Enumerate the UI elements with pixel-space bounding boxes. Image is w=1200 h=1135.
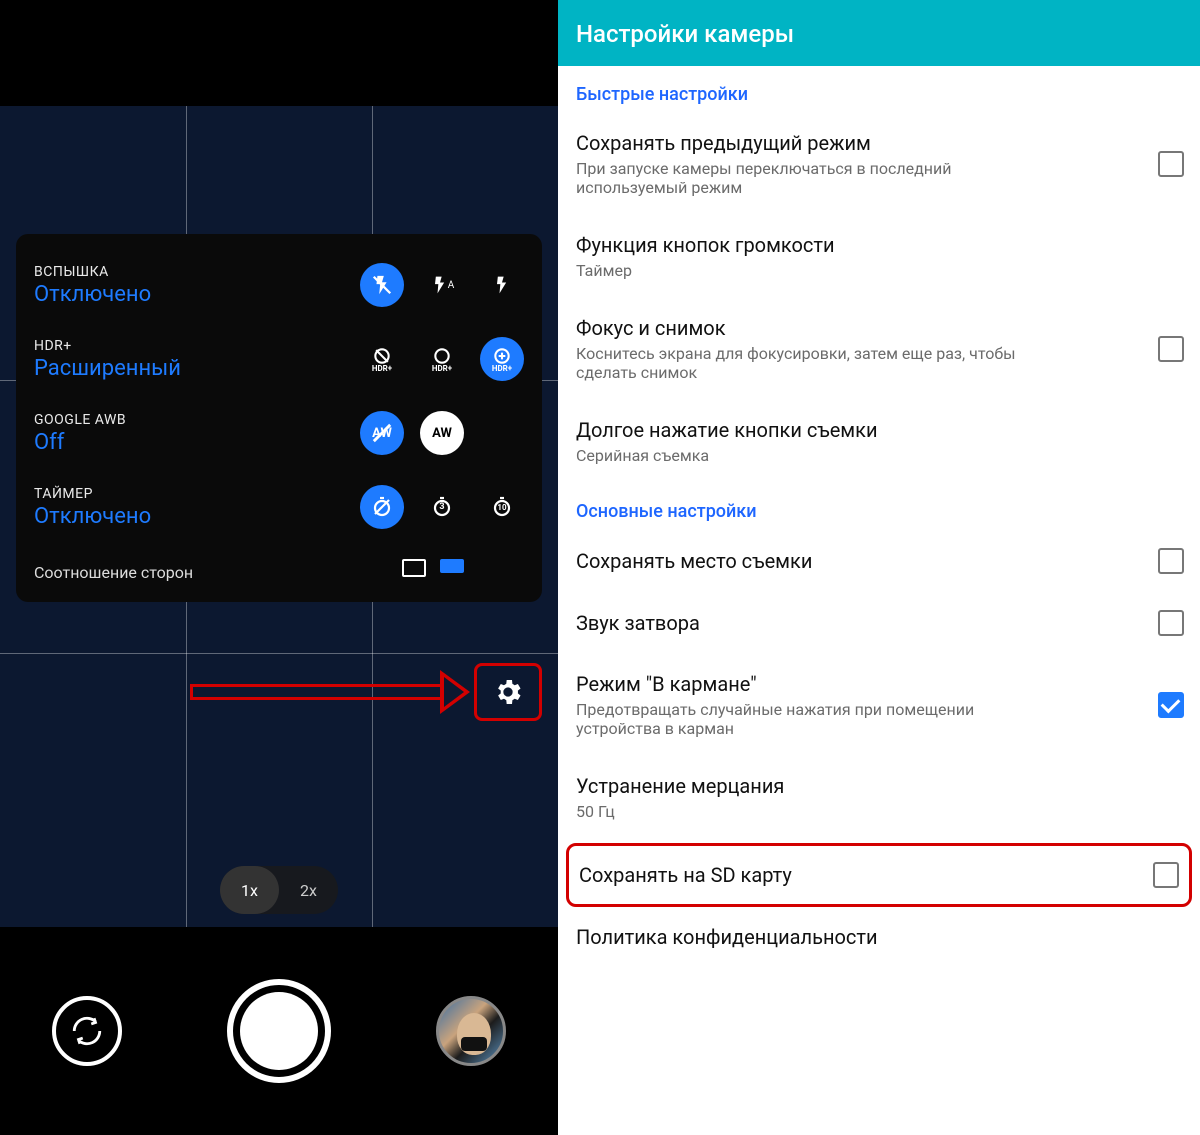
shutter-icon (240, 992, 318, 1070)
section-main-header: Основные настройки (558, 483, 1200, 530)
switch-camera-button[interactable] (52, 996, 122, 1066)
timer-label: ТАЙМЕР (34, 486, 151, 502)
checkbox[interactable] (1158, 692, 1184, 718)
zoom-1x[interactable]: 1x (220, 866, 279, 914)
setting-shutter-sound[interactable]: Звук затвора (558, 592, 1200, 654)
shutter-button[interactable] (227, 979, 331, 1083)
setting-title: Сохранять предыдущий режим (576, 131, 1056, 155)
checkbox[interactable] (1153, 862, 1179, 888)
setting-title: Звук затвора (576, 611, 700, 635)
switch-camera-icon (70, 1014, 104, 1048)
flash-auto-icon[interactable]: A (420, 263, 464, 307)
flash-row: ВСПЫШКА Отключено A (34, 248, 524, 322)
quick-settings-panel: ВСПЫШКА Отключено A HDR+ Расширенный (16, 234, 542, 602)
setting-title: Политика конфиденциальности (576, 925, 878, 949)
settings-button[interactable] (474, 663, 542, 721)
hdr-row: HDR+ Расширенный HDR+ HDR+ HDR+ (34, 322, 524, 396)
awb-value: Off (34, 430, 126, 455)
setting-title: Устранение мерцания (576, 774, 784, 798)
awb-row: GOOGLE AWB Off AW AW (34, 396, 524, 470)
aspect-43-icon[interactable] (402, 559, 426, 577)
checkbox[interactable] (1158, 336, 1184, 362)
highlight-sd-card: Сохранять на SD карту (566, 843, 1192, 907)
timer-3-icon[interactable]: 3 (420, 485, 464, 529)
aspect-row: Соотношение сторон (34, 544, 524, 592)
setting-desc: Предотвращать случайные нажатия при поме… (576, 700, 1056, 738)
aspect-169-icon[interactable] (440, 559, 464, 573)
hdr-value: Расширенный (34, 356, 181, 381)
setting-long-press-shutter[interactable]: Долгое нажатие кнопки съемки Серийная съ… (558, 400, 1200, 483)
camera-app: ВСПЫШКА Отключено A HDR+ Расширенный (0, 0, 558, 1135)
setting-focus-and-shoot[interactable]: Фокус и снимок Коснитесь экрана для фоку… (558, 298, 1200, 400)
timer-10-icon[interactable]: 10 (480, 485, 524, 529)
setting-desc: Серийная съемка (576, 446, 878, 465)
awb-label: GOOGLE AWB (34, 412, 126, 428)
flash-label: ВСПЫШКА (34, 264, 151, 280)
setting-desc: Коснитесь экрана для фокусировки, затем … (576, 344, 1056, 382)
zoom-2x[interactable]: 2x (279, 881, 338, 900)
setting-save-prev-mode[interactable]: Сохранять предыдущий режим При запуске к… (558, 113, 1200, 215)
annotation-arrow (190, 670, 466, 714)
checkbox[interactable] (1158, 610, 1184, 636)
hdr-enh-icon[interactable]: HDR+ (480, 337, 524, 381)
timer-value: Отключено (34, 504, 151, 529)
gallery-thumbnail[interactable] (436, 996, 506, 1066)
checkbox[interactable] (1158, 548, 1184, 574)
settings-screen: Настройки камеры Быстрые настройки Сохра… (558, 0, 1200, 1135)
section-quick-header: Быстрые настройки (558, 66, 1200, 113)
setting-title: Сохранять на SD карту (579, 863, 792, 887)
setting-title: Режим "В кармане" (576, 672, 1056, 696)
hdr-on-icon[interactable]: HDR+ (420, 337, 464, 381)
app-bar-title: Настройки камеры (558, 0, 1200, 66)
bottom-bar (0, 927, 558, 1135)
grid-line (0, 653, 558, 654)
setting-title: Функция кнопок громкости (576, 233, 835, 257)
setting-title: Сохранять место съемки (576, 549, 812, 573)
checkbox[interactable] (1158, 151, 1184, 177)
setting-desc: 50 Гц (576, 802, 784, 821)
setting-desc: Таймер (576, 261, 835, 280)
zoom-toggle: 1x 2x (220, 866, 338, 914)
setting-desc: При запуске камеры переключаться в после… (576, 159, 1056, 197)
flash-value: Отключено (34, 282, 151, 307)
setting-flicker[interactable]: Устранение мерцания 50 Гц (558, 756, 1200, 839)
awb-on-icon[interactable]: AW (420, 411, 464, 455)
timer-off-icon[interactable] (360, 485, 404, 529)
setting-save-to-sd[interactable]: Сохранять на SD карту (569, 846, 1189, 904)
timer-row: ТАЙМЕР Отключено 3 10 (34, 470, 524, 544)
setting-privacy-policy[interactable]: Политика конфиденциальности (558, 907, 1200, 967)
setting-volume-keys[interactable]: Функция кнопок громкости Таймер (558, 215, 1200, 298)
setting-title: Фокус и снимок (576, 316, 1056, 340)
hdr-off-icon[interactable]: HDR+ (360, 337, 404, 381)
setting-title: Долгое нажатие кнопки съемки (576, 418, 878, 442)
hdr-label: HDR+ (34, 338, 181, 354)
setting-pocket-mode[interactable]: Режим "В кармане" Предотвращать случайны… (558, 654, 1200, 756)
no-flash-icon[interactable] (360, 263, 404, 307)
setting-save-location[interactable]: Сохранять место съемки (558, 530, 1200, 592)
aspect-label: Соотношение сторон (34, 555, 193, 582)
gear-icon (492, 676, 524, 708)
flash-on-icon[interactable] (480, 263, 524, 307)
awb-off-icon[interactable]: AW (360, 411, 404, 455)
